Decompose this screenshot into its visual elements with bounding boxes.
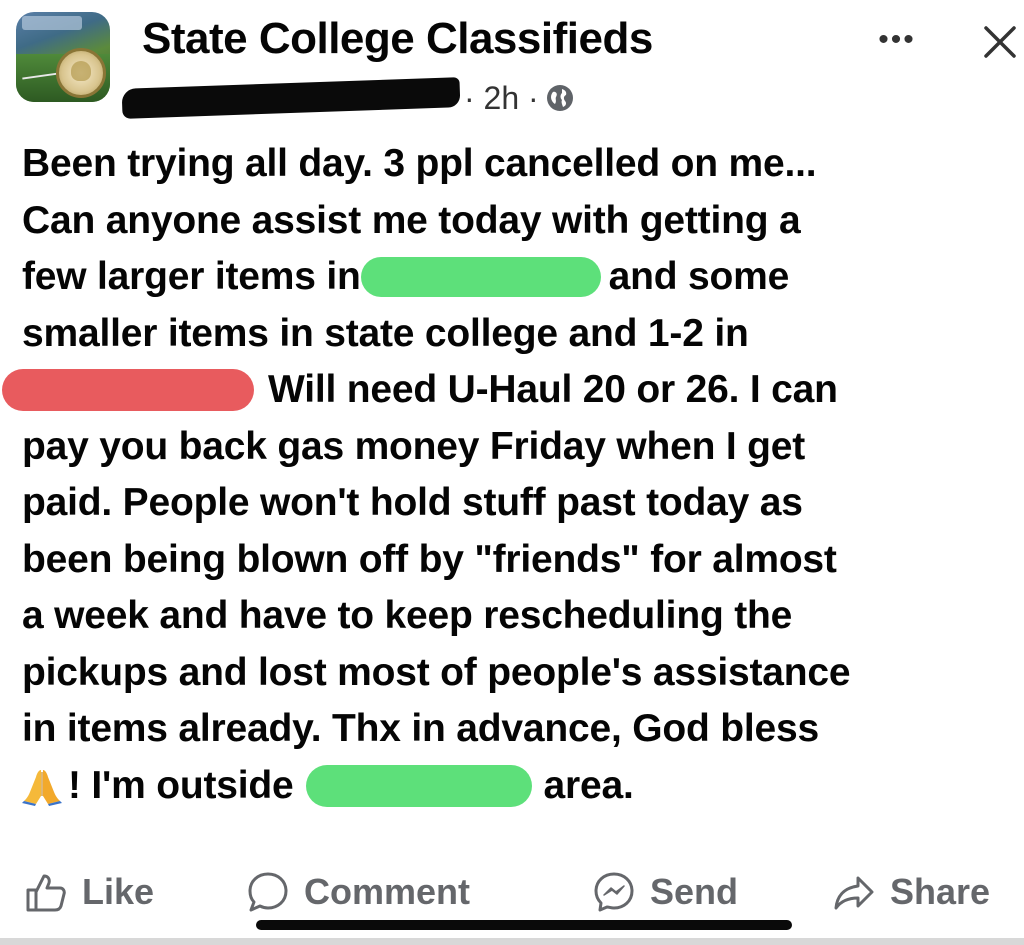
- facebook-post: State College Classifieds ••• · 2h · Bee…: [0, 0, 1024, 945]
- like-button[interactable]: Like: [24, 862, 154, 922]
- post-text: few larger items in: [22, 255, 361, 298]
- post-text: pickups and lost most of people's assist…: [22, 650, 851, 694]
- send-button[interactable]: Send: [592, 862, 738, 922]
- post-text: and some: [608, 255, 790, 298]
- post-line: Will need U-Haul 20 or 26. I can: [2, 362, 1022, 419]
- post-text: in items already. Thx in advance, God bl…: [22, 707, 819, 750]
- redacted-author-name: [121, 77, 461, 119]
- post-action-bar: Like Comment Send Share: [0, 862, 1024, 922]
- post-text: Been trying all day. 3 ppl cancelled on …: [22, 142, 817, 185]
- folded-hands-emoji: [22, 769, 62, 806]
- post-line: in items already. Thx in advance, God bl…: [22, 701, 1022, 758]
- post-line: pickups and lost most of people's assist…: [22, 645, 1022, 702]
- post-body: Been trying all day. 3 ppl cancelled on …: [2, 136, 1022, 815]
- post-line: few larger items in and some: [22, 249, 1022, 306]
- post-text: a week and have to keep rescheduling the: [22, 594, 793, 637]
- post-text: paid. People won't hold stuff past today…: [22, 481, 803, 524]
- share-label: Share: [890, 871, 991, 912]
- group-name-link[interactable]: State College Classifieds: [142, 14, 653, 64]
- messenger-icon: [594, 872, 634, 912]
- post-text: smaller items in state college and 1-2 i…: [22, 311, 749, 355]
- post-line: ! I'm outside area.: [22, 758, 1022, 815]
- post-line: Can anyone assist me today with getting …: [22, 193, 1022, 250]
- post-line: a week and have to keep rescheduling the: [22, 588, 1022, 645]
- post-text: Will need U-Haul 20 or 26. I can: [268, 368, 838, 411]
- post-line: pay you back gas money Friday when I get: [22, 419, 1022, 476]
- home-indicator: [256, 920, 792, 930]
- bottom-divider: [0, 938, 1024, 945]
- post-text: Can anyone assist me today with getting …: [22, 198, 801, 242]
- post-line: been being blown off by "friends" for al…: [22, 532, 1022, 589]
- close-icon[interactable]: [980, 22, 1020, 62]
- comment-button[interactable]: Comment: [246, 862, 470, 922]
- post-line: Been trying all day. 3 ppl cancelled on …: [22, 136, 1022, 193]
- post-text: ! I'm outside: [68, 763, 294, 807]
- post-text: area.: [543, 763, 634, 807]
- redacted-location: [2, 369, 254, 412]
- redacted-location: [305, 764, 532, 807]
- globe-icon[interactable]: [545, 83, 575, 113]
- post-timestamp[interactable]: · 2h ·: [464, 80, 539, 117]
- redacted-location: [360, 257, 601, 298]
- post-text: pay you back gas money Friday when I get: [22, 424, 806, 468]
- send-label: Send: [650, 871, 739, 912]
- post-line: paid. People won't hold stuff past today…: [22, 475, 1022, 532]
- post-text: been being blown off by "friends" for al…: [22, 537, 837, 581]
- post-meta: · 2h ·: [121, 77, 575, 119]
- share-button[interactable]: Share: [832, 862, 990, 922]
- comment-bubble-icon: [248, 872, 288, 912]
- group-avatar-icon[interactable]: [16, 12, 110, 102]
- comment-label: Comment: [304, 871, 471, 912]
- share-arrow-icon: [834, 876, 874, 910]
- more-options-icon[interactable]: •••: [872, 25, 922, 55]
- post-line: smaller items in state college and 1-2 i…: [22, 306, 1022, 363]
- thumbs-up-icon: [26, 874, 66, 912]
- like-label: Like: [82, 871, 155, 912]
